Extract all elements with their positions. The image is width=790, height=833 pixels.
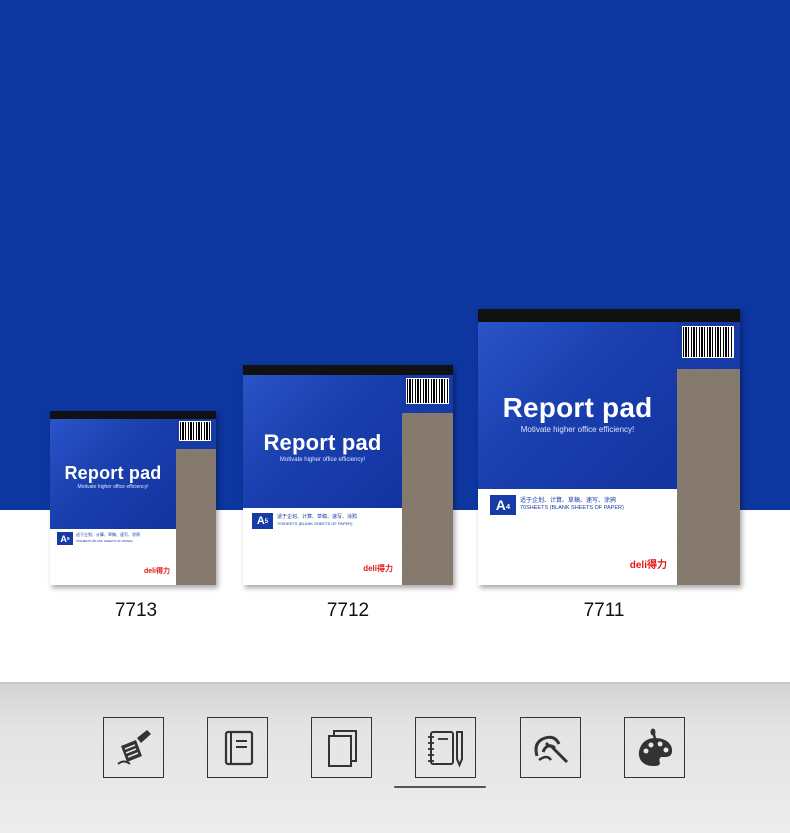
pad-cover: Report pad Motivate higher office effici…	[478, 322, 677, 585]
barcode	[179, 421, 211, 441]
usage-text-cn: 适于企划、计算、草稿、速写、涂鸦	[520, 498, 617, 504]
pad-binding	[478, 309, 740, 322]
sheets-icon	[327, 729, 357, 767]
pad-binding	[243, 365, 453, 375]
pad-subtitle: Motivate higher office efficiency!	[279, 457, 366, 463]
kraft-back-cover	[402, 413, 453, 585]
paint-palette-icon	[638, 728, 672, 766]
spiral-notebook-pencil-icon	[427, 730, 463, 768]
writing-icon	[116, 729, 151, 765]
usage-sheets[interactable]	[311, 717, 372, 778]
label-strip	[677, 322, 740, 369]
pad-subtitle: Motivate higher office efficiency!	[77, 484, 149, 490]
barcode	[406, 378, 449, 404]
size-badge: A5	[252, 513, 273, 529]
usage-drawing[interactable]	[520, 717, 581, 778]
model-label-7713: 7713	[114, 600, 158, 621]
product-pad-7711[interactable]: Report pad Motivate higher office effici…	[478, 309, 740, 585]
pad-subtitle: Motivate higher office efficiency!	[520, 425, 635, 434]
kraft-back-cover	[176, 449, 216, 585]
active-icon-indicator	[394, 786, 486, 788]
label-strip	[176, 419, 216, 449]
size-badge: A6	[57, 532, 73, 545]
usage-text-cn: 适于企划、计算、草稿、速写、涂鸦	[277, 514, 358, 520]
pad-title: Report pad	[64, 463, 162, 483]
label-strip	[402, 375, 453, 413]
product-pad-7712[interactable]: Report pad Motivate higher office effici…	[243, 365, 453, 585]
usage-notebook[interactable]	[207, 717, 268, 778]
pad-binding	[50, 411, 216, 419]
size-badge: A4	[490, 495, 516, 515]
pad-title: Report pad	[502, 392, 653, 423]
kraft-back-cover	[677, 369, 740, 585]
brand-logo: deli得力	[629, 560, 667, 571]
pad-cover: Report pad Motivate higher office effici…	[50, 419, 176, 585]
usage-writing[interactable]	[103, 717, 164, 778]
usage-painting[interactable]	[624, 717, 685, 778]
usage-text-cn: 适于企划、计算、草稿、速写、涂鸦	[76, 532, 140, 537]
pad-title: Report pad	[263, 430, 382, 455]
product-pad-7713[interactable]: Report pad Motivate higher office effici…	[50, 411, 216, 585]
sheet-count-text: 70SHEETS (BLANK SHEETS OF PAPER)	[76, 539, 133, 543]
sheet-count-text: 70SHEETS (BLANK SHEETS OF PAPER)	[520, 505, 624, 511]
pad-cover: Report pad Motivate higher office effici…	[243, 375, 402, 585]
cover-blue-area: Report pad Motivate higher office effici…	[50, 419, 176, 529]
brush-drawing-icon	[534, 735, 568, 763]
cover-blue-area: Report pad Motivate higher office effici…	[478, 322, 677, 489]
model-label-7711: 7711	[583, 600, 625, 621]
brand-logo: deli得力	[363, 564, 393, 573]
notebook-icon	[224, 730, 253, 765]
usage-spiral-notebook[interactable]	[415, 717, 476, 778]
brand-logo: deli得力	[143, 568, 170, 575]
sheet-count-text: 70SHEETS (BLANK SHEETS OF PAPER)	[277, 521, 353, 526]
usage-icon-bar	[0, 682, 790, 833]
cover-blue-area: Report pad Motivate higher office effici…	[243, 375, 402, 508]
model-label-7712: 7712	[326, 600, 370, 621]
barcode	[682, 326, 734, 358]
